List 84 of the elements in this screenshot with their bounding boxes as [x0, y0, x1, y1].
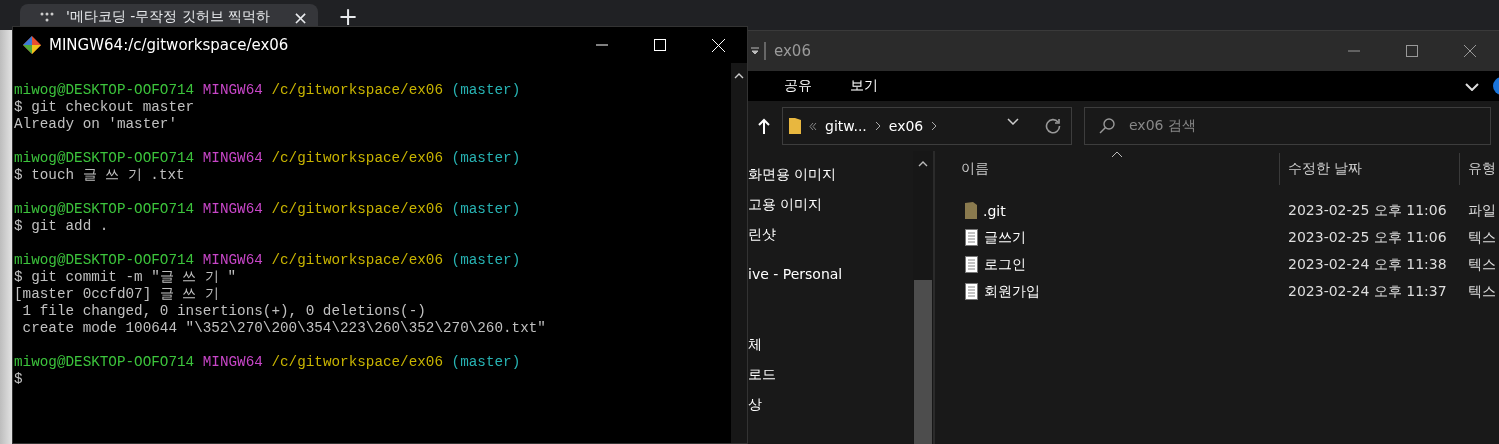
prompt-system: MINGW64	[202, 201, 263, 217]
double-chevron-icon	[809, 122, 817, 130]
file-name[interactable]: 글쓰기	[984, 228, 1026, 247]
terminal-line: 1 file changed, 0 insertions(+), 0 deletions(-)	[21, 303, 426, 319]
up-arrow-icon[interactable]	[758, 118, 770, 134]
prompt-system: MINGW64	[202, 252, 263, 268]
modified-date: 2023-02-24 오후 11:37	[1287, 282, 1448, 301]
nav-item[interactable]: 린샷	[748, 219, 913, 249]
nav-item[interactable]: 로드	[748, 359, 913, 389]
document-icon	[965, 229, 978, 246]
prompt-path: /c/gitworkspace/ex06	[271, 252, 443, 268]
column-header[interactable]: 유형	[1460, 153, 1499, 185]
terminal-line: $ touch 글 쓰 기 .txt	[14, 167, 185, 183]
terminal-line: $ git checkout master	[14, 99, 195, 115]
prompt-path: /c/gitworkspace/ex06	[271, 150, 443, 166]
prompt-branch: (master)	[451, 354, 521, 370]
ribbon-tab[interactable]: 보기	[850, 77, 878, 95]
file-type: 텍스	[1467, 255, 1497, 274]
search-placeholder: ex06 검색	[1129, 117, 1196, 135]
breadcrumb-item[interactable]: gitw...	[825, 118, 867, 134]
scrollbar-thumb[interactable]	[914, 280, 932, 444]
breadcrumb-item[interactable]: ex06	[888, 118, 924, 134]
prompt-user: miwog@DESKTOP-OOFO714	[14, 82, 195, 98]
file-name[interactable]: 로그인	[984, 255, 1026, 274]
column-header[interactable]: 수정한 날짜	[1280, 153, 1460, 185]
search-icon	[1099, 118, 1115, 134]
column-header[interactable]: 이름	[935, 153, 1280, 185]
scroll-up-icon[interactable]	[918, 161, 928, 167]
modified-date: 2023-02-25 오후 11:06	[1287, 201, 1448, 220]
prompt-system: MINGW64	[202, 150, 263, 166]
prompt-path: /c/gitworkspace/ex06	[271, 354, 443, 370]
prompt-path: /c/gitworkspace/ex06	[271, 201, 443, 217]
folder-icon	[965, 202, 977, 219]
chevron-down-icon[interactable]	[1007, 118, 1019, 125]
file-type: 텍스	[1467, 228, 1497, 247]
prompt-system: MINGW64	[202, 82, 263, 98]
help-icon[interactable]	[1493, 77, 1499, 95]
nav-item[interactable]: 상	[748, 389, 913, 419]
folder-icon	[789, 118, 801, 134]
terminal-line: create mode 100644 "\352\270\200\354\223\260\352\270\260.txt"	[21, 320, 546, 336]
nav-item[interactable]: ive - Personal	[748, 259, 913, 289]
prompt-branch: (master)	[451, 201, 521, 217]
prompt-user: miwog@DESKTOP-OOFO714	[14, 201, 195, 217]
chevron-down-icon[interactable]	[1465, 83, 1479, 91]
ribbon-tab[interactable]: 공유	[784, 77, 812, 95]
window-title: ex06	[764, 42, 811, 60]
prompt-user: miwog@DESKTOP-OOFO714	[14, 252, 195, 268]
document-icon	[965, 256, 978, 273]
file-name[interactable]: .git	[983, 202, 1006, 219]
chevron-right-icon	[874, 121, 881, 131]
tab-close-button[interactable]: ×	[292, 6, 308, 28]
window-title: MINGW64:/c/gitworkspace/ex06	[49, 36, 289, 54]
prompt-system: MINGW64	[202, 354, 263, 370]
address-bar[interactable]: gitw... ex06	[782, 107, 1072, 145]
terminal-line: $ git commit -m "글 쓰 기 "	[14, 269, 237, 285]
terminal-line: $	[14, 371, 23, 387]
nav-item[interactable]: 화면용 이미지	[748, 159, 913, 189]
terminal-line: [master 0ccfd07] 글 쓰 기	[14, 286, 219, 302]
modified-date: 2023-02-25 오후 11:06	[1287, 228, 1448, 247]
refresh-icon[interactable]	[1045, 118, 1061, 134]
dots-icon	[40, 12, 54, 22]
dropdown-icon[interactable]	[750, 46, 760, 56]
prompt-branch: (master)	[451, 82, 521, 98]
document-icon	[965, 283, 978, 300]
sort-caret-icon	[1111, 151, 1123, 158]
prompt-user: miwog@DESKTOP-OOFO714	[14, 354, 195, 370]
prompt-path: /c/gitworkspace/ex06	[271, 82, 443, 98]
file-type: 파일	[1467, 201, 1497, 220]
tab-title: '메타코딩 -무작정 깃허브 찍먹하	[66, 8, 272, 26]
nav-item[interactable]: 고용 이미지	[748, 189, 913, 219]
terminal-line: Already on 'master'	[14, 116, 177, 132]
nav-item[interactable]: 체	[748, 329, 913, 359]
chevron-right-icon	[931, 121, 938, 131]
prompt-branch: (master)	[451, 252, 521, 268]
prompt-user: miwog@DESKTOP-OOFO714	[14, 150, 195, 166]
git-logo-icon	[23, 36, 41, 54]
search-field[interactable]: ex06 검색	[1084, 107, 1491, 145]
modified-date: 2023-02-24 오후 11:38	[1287, 255, 1448, 274]
terminal-line: $ git add .	[14, 218, 109, 234]
file-type: 텍스	[1467, 282, 1497, 301]
new-tab-button[interactable]: +	[338, 4, 359, 30]
file-name[interactable]: 회원가입	[984, 282, 1040, 301]
prompt-branch: (master)	[451, 150, 521, 166]
scroll-up-icon[interactable]	[734, 73, 744, 79]
